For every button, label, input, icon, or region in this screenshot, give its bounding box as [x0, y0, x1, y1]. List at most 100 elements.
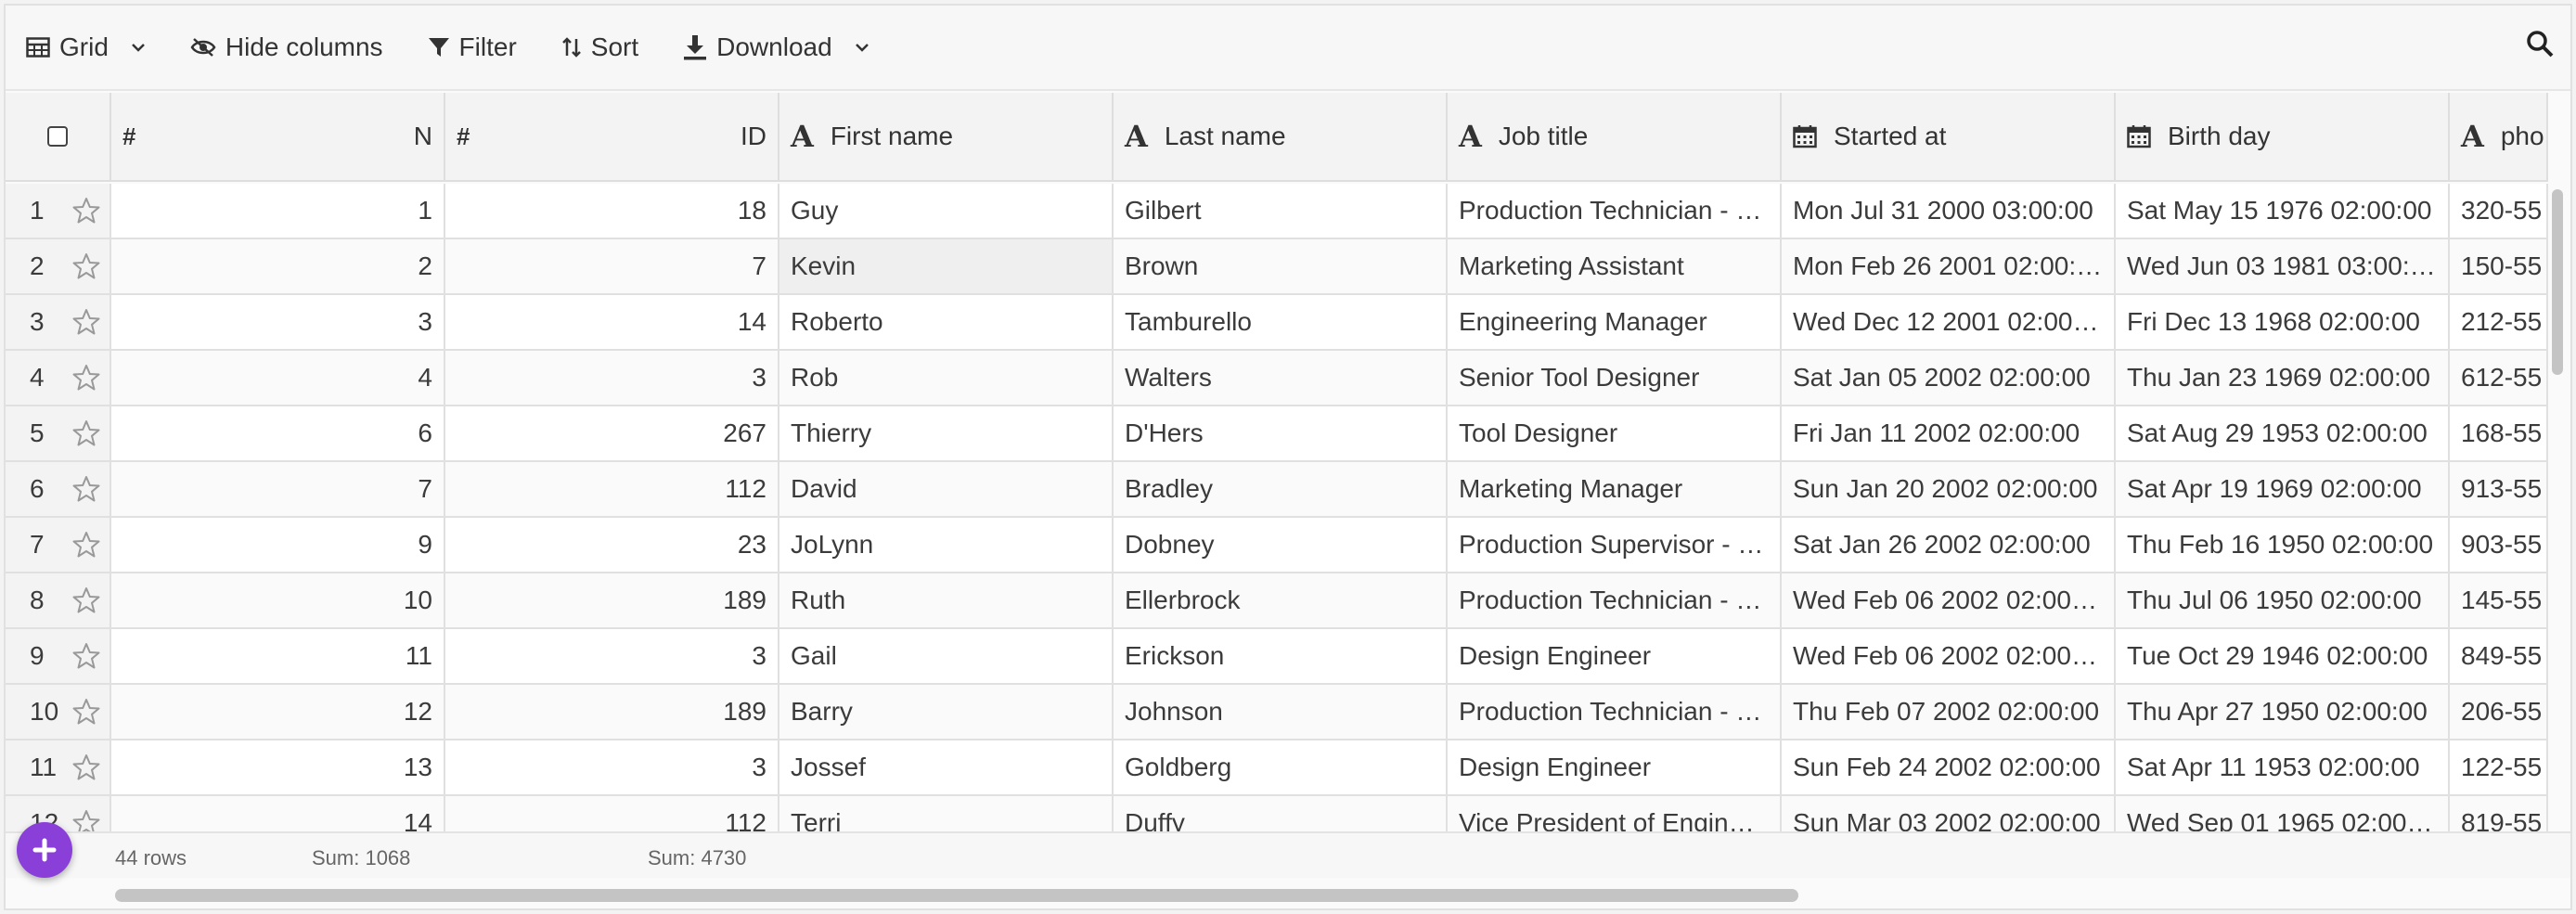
cell-started-at[interactable]: Fri Jan 11 2002 02:00:00: [1782, 406, 2116, 462]
cell-birth-day[interactable]: Thu Jan 23 1969 02:00:00: [2116, 351, 2450, 406]
cell-n[interactable]: 1: [111, 184, 445, 239]
column-header-id[interactable]: # ID: [445, 93, 779, 180]
cell-n[interactable]: 14: [111, 796, 445, 831]
horizontal-scrollbar[interactable]: [6, 880, 2570, 908]
star-icon[interactable]: [72, 586, 100, 614]
cell-job-title[interactable]: Production Technician - WC10: [1448, 573, 1782, 629]
row-number-cell[interactable]: 8: [6, 573, 111, 629]
star-icon[interactable]: [72, 753, 100, 781]
cell-id[interactable]: 189: [445, 573, 779, 629]
star-icon[interactable]: [72, 197, 100, 225]
cell-started-at[interactable]: Mon Jul 31 2000 03:00:00: [1782, 184, 2116, 239]
row-number-cell[interactable]: 3: [6, 295, 111, 351]
search-button[interactable]: [2526, 30, 2554, 62]
table-row[interactable]: 4 4 3 Rob Walters Senior Tool Designer S…: [6, 351, 2548, 406]
star-icon[interactable]: [72, 419, 100, 447]
cell-first-name[interactable]: Jossef: [779, 740, 1114, 796]
star-icon[interactable]: [72, 809, 100, 831]
cell-birth-day[interactable]: Thu Jul 06 1950 02:00:00: [2116, 573, 2450, 629]
column-header-n[interactable]: # N: [111, 93, 445, 180]
cell-id[interactable]: 3: [445, 351, 779, 406]
cell-last-name[interactable]: D'Hers: [1114, 406, 1448, 462]
star-icon[interactable]: [72, 475, 100, 503]
cell-birth-day[interactable]: Wed Sep 01 1965 02:00:00: [2116, 796, 2450, 831]
table-row[interactable]: 5 6 267 Thierry D'Hers Tool Designer Fri…: [6, 406, 2548, 462]
cell-last-name[interactable]: Erickson: [1114, 629, 1448, 685]
cell-n[interactable]: 10: [111, 573, 445, 629]
cell-job-title[interactable]: Production Technician - WC10: [1448, 685, 1782, 740]
cell-phone[interactable]: 122-55: [2450, 740, 2548, 796]
cell-first-name[interactable]: Roberto: [779, 295, 1114, 351]
cell-n[interactable]: 7: [111, 462, 445, 518]
cell-birth-day[interactable]: Wed Jun 03 1981 03:00:00: [2116, 239, 2450, 295]
cell-birth-day[interactable]: Thu Feb 16 1950 02:00:00: [2116, 518, 2450, 573]
cell-n[interactable]: 3: [111, 295, 445, 351]
cell-n[interactable]: 11: [111, 629, 445, 685]
cell-last-name[interactable]: Dobney: [1114, 518, 1448, 573]
cell-last-name[interactable]: Ellerbrock: [1114, 573, 1448, 629]
table-row[interactable]: 1 1 18 Guy Gilbert Production Technician…: [6, 184, 2548, 239]
cell-job-title[interactable]: Senior Tool Designer: [1448, 351, 1782, 406]
cell-job-title[interactable]: Design Engineer: [1448, 629, 1782, 685]
cell-phone[interactable]: 320-55: [2450, 184, 2548, 239]
star-icon[interactable]: [72, 252, 100, 280]
cell-id[interactable]: 3: [445, 740, 779, 796]
row-number-cell[interactable]: 1: [6, 184, 111, 239]
table-row[interactable]: 9 11 3 Gail Erickson Design Engineer Wed…: [6, 629, 2548, 685]
cell-n[interactable]: 4: [111, 351, 445, 406]
cell-job-title[interactable]: Engineering Manager: [1448, 295, 1782, 351]
cell-first-name[interactable]: David: [779, 462, 1114, 518]
cell-n[interactable]: 12: [111, 685, 445, 740]
cell-started-at[interactable]: Wed Dec 12 2001 02:00:00: [1782, 295, 2116, 351]
cell-job-title[interactable]: Tool Designer: [1448, 406, 1782, 462]
cell-id[interactable]: 112: [445, 462, 779, 518]
cell-id[interactable]: 14: [445, 295, 779, 351]
cell-birth-day[interactable]: Sat Apr 11 1953 02:00:00: [2116, 740, 2450, 796]
table-row[interactable]: 11 13 3 Jossef Goldberg Design Engineer …: [6, 740, 2548, 796]
cell-phone[interactable]: 913-55: [2450, 462, 2548, 518]
cell-id[interactable]: 112: [445, 796, 779, 831]
cell-phone[interactable]: 206-55: [2450, 685, 2548, 740]
cell-last-name[interactable]: Gilbert: [1114, 184, 1448, 239]
cell-n[interactable]: 2: [111, 239, 445, 295]
column-header-job-title[interactable]: A Job title: [1448, 93, 1782, 180]
table-row[interactable]: 8 10 189 Ruth Ellerbrock Production Tech…: [6, 573, 2548, 629]
cell-started-at[interactable]: Mon Feb 26 2001 02:00:00: [1782, 239, 2116, 295]
table-row[interactable]: 10 12 189 Barry Johnson Production Techn…: [6, 685, 2548, 740]
cell-id[interactable]: 23: [445, 518, 779, 573]
cell-started-at[interactable]: Wed Feb 06 2002 02:00:00: [1782, 573, 2116, 629]
cell-birth-day[interactable]: Thu Apr 27 1950 02:00:00: [2116, 685, 2450, 740]
cell-id[interactable]: 18: [445, 184, 779, 239]
cell-birth-day[interactable]: Sat May 15 1976 02:00:00: [2116, 184, 2450, 239]
cell-job-title[interactable]: Marketing Manager: [1448, 462, 1782, 518]
cell-first-name[interactable]: Ruth: [779, 573, 1114, 629]
cell-last-name[interactable]: Tamburello: [1114, 295, 1448, 351]
cell-started-at[interactable]: Wed Feb 06 2002 02:00:00: [1782, 629, 2116, 685]
cell-first-name[interactable]: JoLynn: [779, 518, 1114, 573]
cell-last-name[interactable]: Bradley: [1114, 462, 1448, 518]
table-row[interactable]: 7 9 23 JoLynn Dobney Production Supervis…: [6, 518, 2548, 573]
sort-button[interactable]: Sort: [561, 32, 638, 62]
cell-started-at[interactable]: Thu Feb 07 2002 02:00:00: [1782, 685, 2116, 740]
cell-first-name[interactable]: Thierry: [779, 406, 1114, 462]
row-number-cell[interactable]: 7: [6, 518, 111, 573]
star-icon[interactable]: [72, 698, 100, 726]
cell-last-name[interactable]: Goldberg: [1114, 740, 1448, 796]
cell-birth-day[interactable]: Fri Dec 13 1968 02:00:00: [2116, 295, 2450, 351]
hide-columns-button[interactable]: Hide columns: [190, 32, 383, 62]
row-number-cell[interactable]: 6: [6, 462, 111, 518]
cell-started-at[interactable]: Sun Mar 03 2002 02:00:00: [1782, 796, 2116, 831]
filter-button[interactable]: Filter: [428, 32, 517, 62]
cell-last-name[interactable]: Walters: [1114, 351, 1448, 406]
row-number-cell[interactable]: 4: [6, 351, 111, 406]
cell-first-name[interactable]: Gail: [779, 629, 1114, 685]
row-number-cell[interactable]: 9: [6, 629, 111, 685]
select-all-checkbox[interactable]: [47, 126, 68, 147]
table-row[interactable]: 6 7 112 David Bradley Marketing Manager …: [6, 462, 2548, 518]
cell-phone[interactable]: 168-55: [2450, 406, 2548, 462]
vertical-scrollbar[interactable]: [2550, 186, 2565, 831]
cell-job-title[interactable]: Design Engineer: [1448, 740, 1782, 796]
cell-first-name[interactable]: Barry: [779, 685, 1114, 740]
row-number-cell[interactable]: 11: [6, 740, 111, 796]
grid-view-button[interactable]: Grid: [26, 32, 146, 62]
